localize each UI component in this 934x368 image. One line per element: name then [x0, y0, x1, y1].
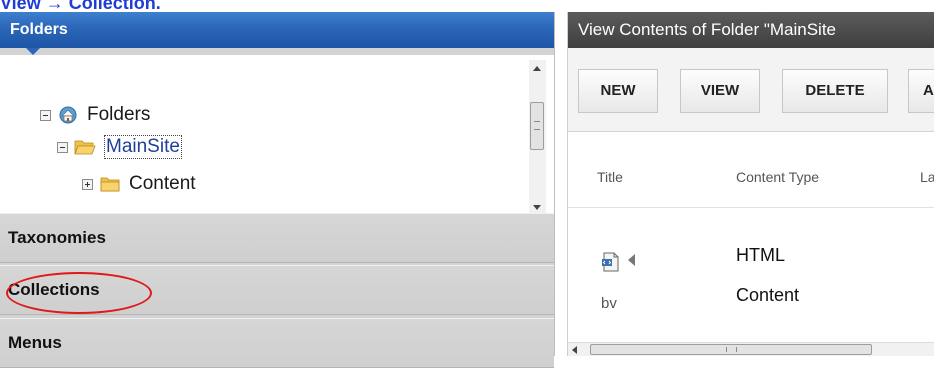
tree-node-label: Content	[129, 173, 196, 194]
home-folder-icon	[59, 106, 77, 124]
scroll-left-icon[interactable]	[572, 346, 577, 354]
column-header-content-type[interactable]: Content Type	[736, 169, 819, 185]
page-caption: View → Collection.	[0, 0, 161, 13]
content-title-link[interactable]: bv	[601, 295, 617, 312]
tree-node-label: MainSite	[104, 135, 182, 159]
tree-node-content[interactable]: Content	[82, 171, 196, 197]
scroll-down-icon[interactable]	[533, 205, 541, 210]
tree-node-folders[interactable]: Folders	[40, 102, 150, 128]
expand-arrow-icon[interactable]	[628, 254, 635, 266]
toolbar: NEW VIEW DELETE A	[568, 48, 934, 132]
folders-panel-header[interactable]: Folders	[0, 12, 554, 48]
scrollbar-thumb[interactable]	[590, 344, 872, 355]
content-type-line: Content	[736, 285, 800, 305]
folder-contents-panel: View Contents of Folder "MainSite NEW VI…	[567, 12, 934, 356]
toolbar-button-truncated[interactable]: A	[908, 69, 934, 113]
folder-icon	[100, 177, 120, 192]
header-pointer	[26, 48, 40, 55]
tree-vertical-scrollbar[interactable]	[529, 60, 546, 216]
column-header-title[interactable]: Title	[597, 169, 623, 185]
section-menus[interactable]: Menus	[0, 318, 554, 368]
scroll-up-icon[interactable]	[533, 66, 541, 71]
header-divider	[568, 207, 934, 208]
open-folder-icon	[74, 140, 96, 155]
html-content-icon[interactable]	[601, 252, 621, 272]
collapse-icon[interactable]	[57, 141, 68, 153]
delete-button[interactable]: DELETE	[782, 69, 888, 113]
column-header-truncated[interactable]: La	[920, 169, 934, 185]
section-taxonomies[interactable]: Taxonomies	[0, 213, 554, 263]
horizontal-scrollbar[interactable]	[568, 342, 934, 356]
tree-node-mainsite[interactable]: MainSite	[57, 134, 182, 160]
tree-node-label: Folders	[87, 104, 151, 125]
collapse-icon[interactable]	[40, 109, 51, 121]
view-button[interactable]: VIEW	[680, 69, 760, 113]
folder-contents-title: View Contents of Folder "MainSite	[568, 12, 934, 48]
content-type-line: HTML	[736, 245, 785, 265]
scrollbar-thumb[interactable]	[530, 102, 544, 150]
expand-icon[interactable]	[82, 178, 93, 190]
collections-highlight-annotation	[6, 272, 152, 314]
folder-tree: Folders MainSite Content	[0, 55, 554, 213]
new-button[interactable]: NEW	[578, 69, 658, 113]
